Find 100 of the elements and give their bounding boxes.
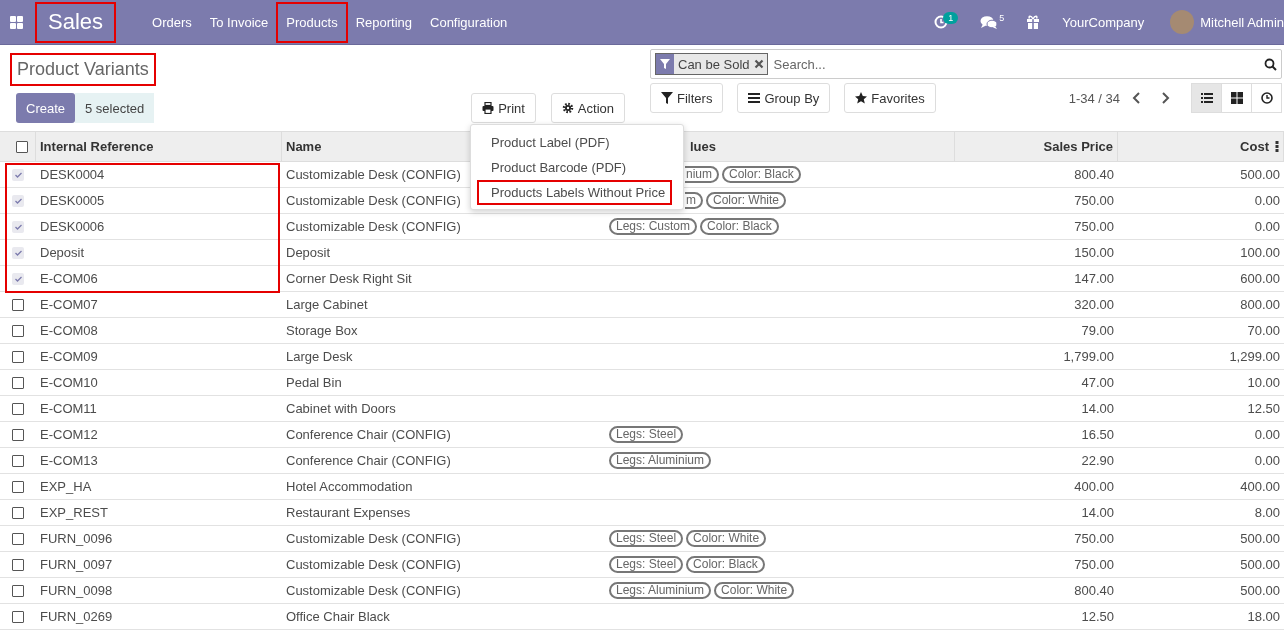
user-menu[interactable]: Mitchell Admin (1200, 14, 1284, 30)
table-cell-text: 12.50 (1246, 401, 1281, 416)
column-header[interactable]: Cost (1240, 139, 1269, 154)
table-cell-text: E-COM07 (39, 297, 99, 312)
view-switch-button[interactable] (1221, 83, 1252, 113)
menu-item[interactable]: Orders (142, 1, 202, 43)
pager-value[interactable]: 1-34 / 34 (1068, 90, 1120, 106)
table-cell-text: 79.00 (1080, 323, 1115, 338)
checkbox[interactable] (12, 168, 24, 181)
previous-icon[interactable] (1132, 92, 1142, 104)
checkbox[interactable] (12, 428, 24, 441)
table-cell-text: Storage Box (285, 323, 359, 338)
view-switch-button[interactable] (1251, 83, 1282, 113)
app-title[interactable]: Sales (35, 1, 117, 43)
checkbox[interactable] (12, 350, 24, 363)
table-cell-text: 47.00 (1080, 375, 1115, 390)
table-cell-text: 8.00 (1253, 505, 1281, 520)
variant-tag: Color: White (714, 582, 795, 599)
clock-icon (1260, 92, 1273, 104)
table-cell-text: 320.00 (1073, 297, 1115, 312)
checkbox[interactable] (12, 272, 24, 285)
table-cell-text: 150.00 (1073, 245, 1115, 260)
checkbox[interactable] (16, 140, 28, 153)
checkbox[interactable] (12, 454, 24, 467)
variant-tag: Legs: Steel (609, 426, 684, 443)
table-cell-text: Customizable Desk (CONFIG) (285, 193, 462, 208)
filters-button[interactable]: Filters (650, 83, 724, 113)
table-cell-text: 500.00 (1239, 531, 1281, 546)
variant-tag: nium (685, 166, 719, 183)
clock-icon[interactable] (934, 15, 949, 29)
column-header[interactable]: Name (286, 139, 322, 154)
table-cell-text: 10.00 (1246, 375, 1281, 390)
checkbox[interactable] (12, 506, 24, 519)
table-cell-text: 500.00 (1239, 583, 1281, 598)
close-icon[interactable] (753, 59, 764, 69)
menu-item[interactable]: Reporting (345, 1, 422, 43)
table-cell-text: DESK0004 (39, 167, 106, 182)
action-button[interactable]: Action (550, 93, 625, 123)
checkbox[interactable] (12, 532, 24, 545)
variant-tag: Color: Black (722, 166, 801, 183)
create-button[interactable]: Create (16, 93, 76, 123)
table-cell-text: 600.00 (1239, 271, 1281, 286)
checkbox[interactable] (12, 584, 24, 597)
chat-icon[interactable] (980, 15, 999, 29)
variant-tag: Legs: Aluminium (609, 452, 712, 469)
gift-icon[interactable] (1026, 15, 1041, 29)
variant-tag: Legs: Steel (609, 530, 684, 547)
table-cell-text: E-COM11 (39, 401, 98, 416)
table-cell-text: FURN_0096 (39, 531, 114, 546)
list-view-icon (1200, 92, 1213, 104)
checkbox[interactable] (12, 324, 24, 337)
table-cell-text: 0.00 (1253, 193, 1281, 208)
checkbox[interactable] (12, 220, 24, 233)
column-header[interactable]: lues (690, 139, 716, 154)
group-by-button[interactable]: Group By (737, 83, 831, 113)
table-cell-text: FURN_0269 (39, 609, 114, 624)
favorites-button[interactable]: Favorites (844, 83, 936, 113)
table-cell-text: 800.40 (1073, 167, 1115, 182)
search-icon[interactable] (1264, 57, 1277, 71)
checkbox[interactable] (12, 246, 24, 259)
dropdown-item[interactable]: Products Labels Without Price (477, 180, 672, 205)
variant-tag: Color: Black (686, 556, 765, 573)
filter-facet[interactable]: Can be Sold (655, 53, 768, 75)
checkbox[interactable] (12, 298, 24, 311)
menu-item[interactable]: To Invoice (199, 1, 279, 43)
table-cell-text: Deposit (285, 245, 332, 260)
more-icon[interactable] (1275, 141, 1279, 152)
print-button[interactable]: Print (471, 93, 536, 123)
table-cell-text: Hotel Accommodation (285, 479, 414, 494)
column-header[interactable]: Sales Price (1043, 139, 1113, 154)
apps-icon[interactable] (10, 15, 23, 29)
view-switch-button[interactable] (1191, 83, 1222, 113)
menu-item[interactable]: Configuration (420, 1, 518, 43)
table-cell-text: EXP_HA (39, 479, 93, 494)
checkbox[interactable] (12, 402, 24, 415)
dropdown-item[interactable]: Product Barcode (PDF) (471, 155, 677, 180)
checkbox[interactable] (12, 610, 24, 623)
variant-tag: Legs: Aluminium (609, 582, 712, 599)
table-cell-text: FURN_0097 (39, 557, 114, 572)
checkbox[interactable] (12, 480, 24, 493)
column-header[interactable]: Internal Reference (40, 139, 154, 154)
variant-tag: Legs: Custom (609, 218, 698, 235)
next-icon[interactable] (1160, 92, 1170, 104)
table-cell-text: Restaurant Expenses (285, 505, 412, 520)
table-cell-text: 16.50 (1080, 427, 1115, 442)
table-cell-text: Customizable Desk (CONFIG) (285, 219, 462, 234)
variant-tag: Color: Black (700, 218, 779, 235)
table-cell-text: E-COM06 (39, 271, 99, 286)
checkbox[interactable] (12, 558, 24, 571)
checkbox[interactable] (12, 194, 24, 207)
filter-icon (660, 59, 670, 69)
table-cell-text: 400.00 (1073, 479, 1115, 494)
company-switcher[interactable]: YourCompany (1062, 14, 1145, 30)
table-cell-text: 1,799.00 (1062, 349, 1115, 364)
table-cell-text: 750.00 (1073, 557, 1115, 572)
checkbox[interactable] (12, 376, 24, 389)
dropdown-item[interactable]: Product Label (PDF) (471, 130, 677, 155)
menu-item[interactable]: Products (276, 1, 348, 43)
search-field[interactable]: Can be Sold Search... (650, 49, 1282, 79)
gear-icon (561, 102, 574, 114)
